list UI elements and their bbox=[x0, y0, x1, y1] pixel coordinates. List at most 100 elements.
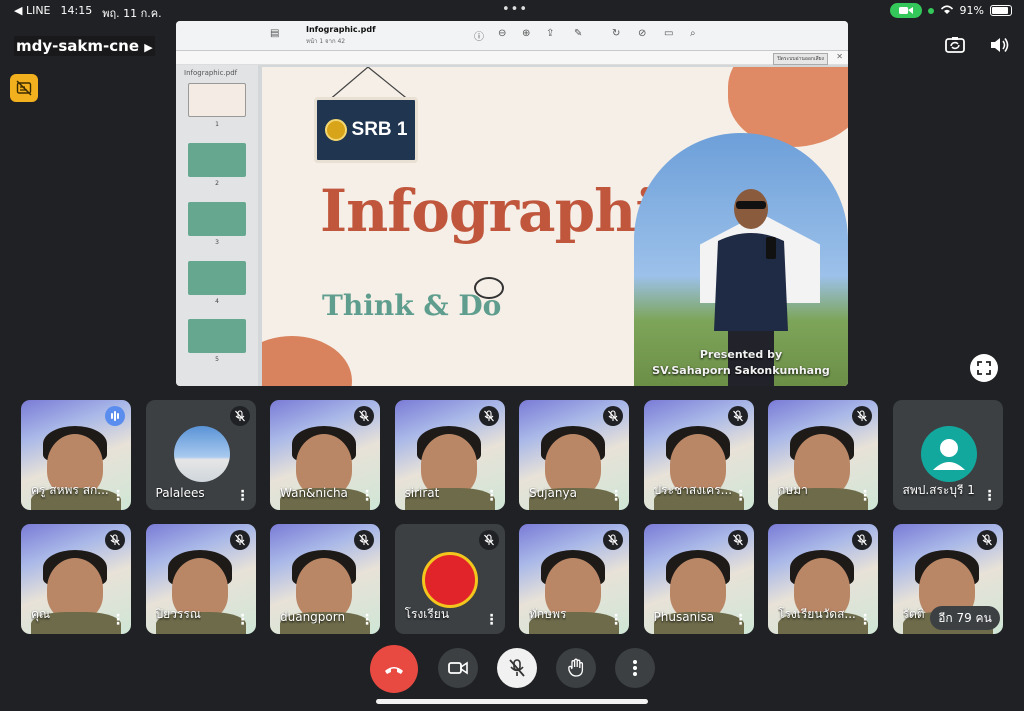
thumbnail-page[interactable] bbox=[188, 261, 246, 295]
zoom-out-icon[interactable]: ⊖ bbox=[498, 28, 506, 39]
participant-avatar bbox=[173, 426, 230, 482]
thumbnail-page[interactable] bbox=[188, 83, 246, 117]
participant-tile[interactable]: ประชาสงเคร... ⋮ bbox=[643, 400, 754, 510]
tile-menu-icon[interactable]: ⋮ bbox=[485, 613, 499, 627]
participant-name: ครู สหพร สก... bbox=[31, 483, 109, 497]
end-call-button[interactable] bbox=[370, 645, 418, 693]
muted-icon bbox=[603, 530, 623, 550]
battery-percent: 91% bbox=[959, 4, 984, 17]
participant-tile[interactable]: โรงเรียนวัดส... ⋮ bbox=[768, 524, 878, 634]
microphone-toggle-button[interactable] bbox=[497, 648, 537, 688]
tile-menu-icon[interactable]: ⋮ bbox=[360, 489, 374, 503]
fullscreen-icon bbox=[977, 361, 991, 375]
raise-hand-button[interactable] bbox=[556, 648, 596, 688]
markup-icon[interactable]: ✎ bbox=[574, 28, 582, 39]
microphone-off-icon bbox=[509, 659, 525, 677]
tile-menu-icon[interactable]: ⋮ bbox=[858, 613, 872, 627]
share-icon[interactable]: ⇪ bbox=[546, 28, 554, 39]
tile-menu-icon[interactable]: ⋮ bbox=[111, 613, 125, 627]
presented-by-label: Presented by bbox=[699, 348, 783, 361]
tile-menu-icon[interactable]: ⋮ bbox=[236, 489, 250, 503]
camera-in-use-icon bbox=[889, 3, 922, 18]
thumbnail-page[interactable] bbox=[188, 143, 246, 177]
muted-icon bbox=[229, 530, 250, 550]
muted-icon bbox=[105, 530, 125, 550]
participant-name: duangporn bbox=[280, 610, 346, 624]
muted-icon bbox=[354, 406, 374, 426]
tile-menu-icon[interactable]: ⋮ bbox=[609, 613, 623, 627]
thumbnail-number: 4 bbox=[215, 298, 219, 305]
notice-close-icon[interactable]: ✕ bbox=[836, 52, 843, 61]
default-avatar-icon bbox=[920, 426, 977, 482]
multitasking-dots-icon[interactable]: ••• bbox=[502, 2, 528, 17]
participant-name: Wan&nicha bbox=[280, 486, 348, 500]
tile-menu-icon[interactable]: ⋮ bbox=[734, 489, 748, 503]
meeting-code-button[interactable]: mdy-sakm-cne ▶ bbox=[14, 36, 155, 56]
notice-button[interactable]: ปิดระบบอ่านออกเสียง bbox=[773, 53, 828, 65]
tile-menu-icon[interactable]: ⋮ bbox=[858, 489, 872, 503]
participant-tile[interactable]: ครู สหพร สก... ⋮ bbox=[21, 400, 131, 510]
participant-name: กษมา bbox=[778, 483, 808, 497]
more-participants-pill[interactable]: อีก 79 คน bbox=[930, 606, 1000, 630]
presenter-name: SV.Sahaporn Sakonkumhang bbox=[652, 364, 830, 377]
srb-sign: SRB 1 bbox=[314, 97, 418, 163]
thumbnail-number: 5 bbox=[215, 356, 219, 363]
tile-menu-icon[interactable]: ⋮ bbox=[485, 489, 499, 503]
info-icon[interactable]: ⓘ bbox=[474, 28, 484, 43]
status-bar: ◀ LINE 14:15 พฤ. 11 ก.ค. ••• 91% bbox=[0, 0, 1024, 22]
camera-toggle-button[interactable] bbox=[438, 648, 478, 688]
participant-tile[interactable]: ทักษพร ⋮ bbox=[519, 524, 629, 634]
fullscreen-button[interactable] bbox=[970, 354, 998, 382]
participant-tile[interactable]: ปิยวรรณ ⋮ bbox=[145, 524, 256, 634]
switch-camera-icon[interactable] bbox=[944, 34, 966, 56]
thumbnail-page[interactable] bbox=[188, 202, 246, 236]
slide-subtitle: Think & Do bbox=[322, 289, 502, 322]
speaker-icon[interactable] bbox=[988, 34, 1010, 56]
tile-menu-icon[interactable]: ⋮ bbox=[609, 489, 623, 503]
sidebar-title: Infographic.pdf bbox=[184, 69, 238, 77]
participant-tile[interactable]: โรงเรียน ⋮ bbox=[394, 524, 505, 634]
participant-tile[interactable]: Wan&nicha ⋮ bbox=[270, 400, 380, 510]
participant-name: คุณ bbox=[31, 607, 51, 621]
battery-icon bbox=[990, 5, 1012, 16]
tile-menu-icon[interactable]: ⋮ bbox=[360, 613, 374, 627]
participant-tile[interactable]: Sujanya ⋮ bbox=[519, 400, 629, 510]
search-icon[interactable]: ⌕ bbox=[690, 28, 696, 39]
highlight-icon[interactable]: ⊘ bbox=[638, 28, 646, 39]
rotate-icon[interactable]: ↻ bbox=[612, 28, 620, 39]
form-icon[interactable]: ▭ bbox=[664, 28, 673, 39]
hang-up-icon bbox=[385, 667, 403, 674]
thumbnail-number: 3 bbox=[215, 239, 219, 246]
back-to-line-link[interactable]: ◀ LINE bbox=[14, 4, 51, 22]
captions-off-icon[interactable] bbox=[10, 74, 38, 102]
sign-text: SRB 1 bbox=[351, 119, 408, 140]
participant-tile[interactable]: สพป.สระบุรี 1 ⋮ bbox=[892, 400, 1003, 510]
zoom-in-icon[interactable]: ⊕ bbox=[522, 28, 530, 39]
participant-tile[interactable]: Palalees ⋮ bbox=[145, 400, 256, 510]
participant-tile[interactable]: sirirat ⋮ bbox=[394, 400, 505, 510]
muted-icon bbox=[229, 406, 250, 426]
sidebar-toggle-icon[interactable]: ▤ bbox=[270, 28, 279, 39]
muted-icon bbox=[354, 530, 374, 550]
participant-name: Phusanisa bbox=[653, 610, 715, 624]
participant-tile[interactable]: กษมา ⋮ bbox=[768, 400, 878, 510]
participant-tile[interactable]: คุณ ⋮ bbox=[21, 524, 131, 634]
participant-name: โรงเรียนวัดส... bbox=[778, 607, 856, 621]
pdf-toolbar: ▤ Infographic.pdf หน้า 1 จาก 42 ⓘ ⊖ ⊕ ⇪ … bbox=[176, 21, 848, 51]
location-dot-icon bbox=[927, 7, 934, 14]
participant-tile[interactable]: Phusanisa ⋮ bbox=[643, 524, 754, 634]
meeting-code: mdy-sakm-cne bbox=[16, 37, 139, 55]
hand-icon bbox=[568, 658, 584, 677]
participant-name: ปิยวรรณ bbox=[155, 607, 201, 621]
tile-menu-icon[interactable]: ⋮ bbox=[983, 489, 997, 503]
tile-menu-icon[interactable]: ⋮ bbox=[236, 613, 250, 627]
tile-menu-icon[interactable]: ⋮ bbox=[734, 613, 748, 627]
participant-tile[interactable]: duangporn ⋮ bbox=[270, 524, 380, 634]
more-options-button[interactable] bbox=[615, 648, 655, 688]
thumbnail-page[interactable] bbox=[188, 319, 246, 353]
shared-screen: ▤ Infographic.pdf หน้า 1 จาก 42 ⓘ ⊖ ⊕ ⇪ … bbox=[176, 21, 848, 386]
more-vert-icon bbox=[633, 660, 637, 676]
muted-icon bbox=[727, 406, 748, 426]
tile-menu-icon[interactable]: ⋮ bbox=[111, 489, 125, 503]
accessibility-notice: ปิดระบบอ่านออกเสียง ✕ bbox=[176, 51, 848, 65]
